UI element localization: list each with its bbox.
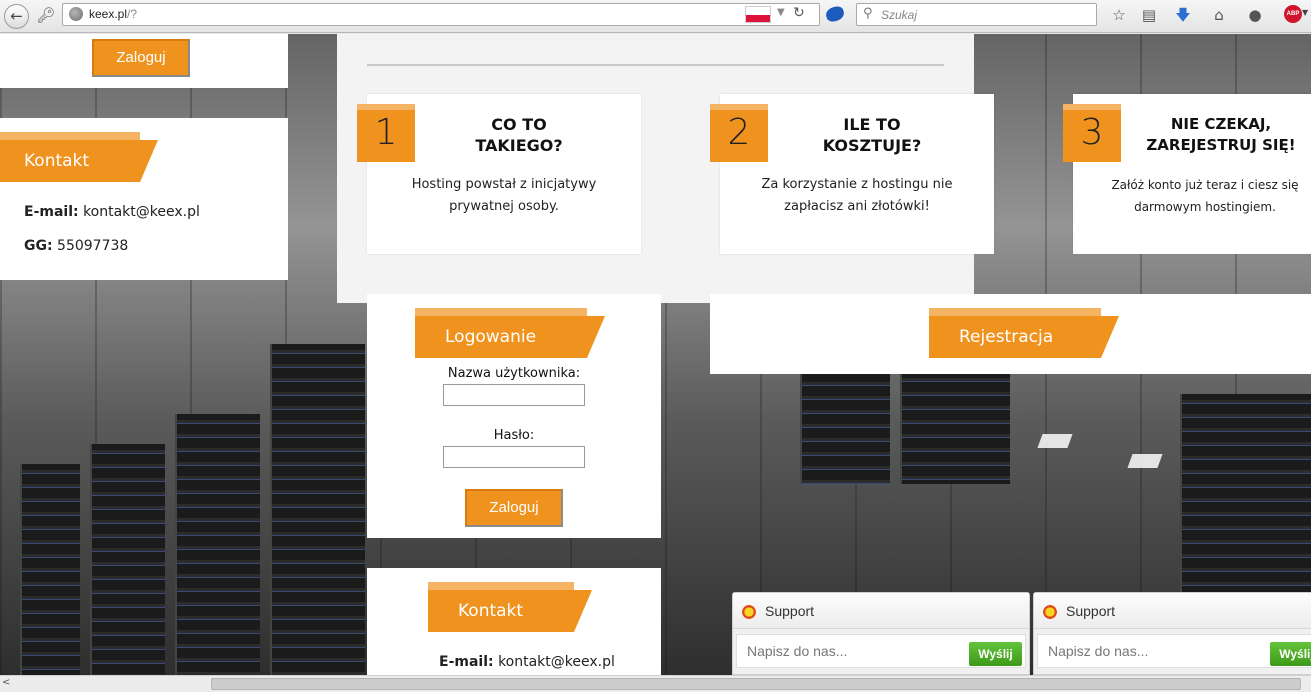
ceiling-light — [1127, 454, 1163, 468]
sidebar-gg-line: GG: 55097738 — [24, 238, 128, 254]
url-path: /? — [127, 7, 138, 21]
address-bar[interactable]: keex.pl/? ▼ ↻ — [62, 3, 820, 26]
reload-icon[interactable]: ↻ — [793, 5, 805, 21]
login-ribbon: Logowanie — [415, 308, 587, 358]
bookmark-star-icon[interactable]: ☆ — [1108, 4, 1130, 26]
chat-title: Support — [765, 603, 815, 619]
contact-ribbon: Kontakt — [428, 582, 574, 632]
server-rack — [270, 344, 365, 675]
support-chat-widget: Support Wyślij — [1033, 592, 1311, 675]
horizontal-scrollbar[interactable]: < — [0, 675, 1311, 692]
login-title: Logowanie — [445, 327, 537, 347]
contact-title: Kontakt — [24, 151, 90, 171]
adblock-icon[interactable]: ABP — [1284, 5, 1302, 23]
divider — [367, 64, 944, 66]
step-title: NIE CZEKAJ, ZAREJESTRUJ SIĘ! — [1131, 114, 1311, 156]
chat-bubble-icon[interactable]: ● — [1244, 4, 1266, 26]
url-host: keex.pl — [89, 7, 128, 21]
search-icon: ⚲ — [863, 6, 873, 21]
gg-label: GG: — [24, 238, 53, 254]
step-desc-line1: Za korzystanie z hostingu nie — [761, 177, 953, 192]
back-arrow-icon[interactable]: ← — [4, 4, 29, 29]
email-label: E-mail: — [439, 654, 494, 670]
home-icon[interactable]: ⌂ — [1208, 4, 1230, 26]
step-title-line2: TAKIEGO? — [475, 136, 563, 155]
username-input[interactable] — [443, 384, 585, 406]
contact-email-line: E-mail: kontakt@keex.pl — [439, 654, 615, 670]
scroll-left-arrow-icon[interactable]: < — [2, 677, 10, 688]
ribbon-tip — [140, 140, 158, 182]
search-bar[interactable]: ⚲ — [856, 3, 1097, 26]
step-number: 1 — [357, 104, 415, 162]
step-description: Za korzystanie z hostingu nie zapłacisz … — [720, 174, 994, 218]
register-ribbon[interactable]: Rejestracja — [929, 308, 1101, 358]
browser-toolbar: ← 🔑︎ keex.pl/? ▼ ↻ ⚲ ☆ ▤ 🡇 ⌂ ● ABP ▼ — [0, 0, 1311, 33]
bird-icon[interactable] — [824, 4, 846, 24]
sidebar-login-button[interactable]: Zaloguj — [92, 39, 190, 77]
adblock-dropdown-icon[interactable]: ▼ — [1302, 8, 1308, 17]
bookmarks-list-icon[interactable]: ▤ — [1138, 4, 1160, 26]
contact-ribbon: Kontakt — [0, 132, 140, 182]
server-rack — [90, 444, 165, 675]
key-icon[interactable]: 🔑︎ — [35, 6, 57, 26]
register-title[interactable]: Rejestracja — [959, 327, 1053, 347]
sun-icon — [741, 604, 757, 620]
dropdown-arrow-icon[interactable]: ▼ — [777, 7, 785, 18]
globe-icon — [69, 7, 83, 21]
username-label: Nazwa użytkownika: — [447, 366, 581, 381]
ribbon-tip — [574, 590, 592, 632]
step-title-line2: KOSZTUJE? — [822, 136, 922, 155]
support-chat-widget: Support Wyślij — [732, 592, 1030, 675]
password-input[interactable] — [443, 446, 585, 468]
email-label: E-mail: — [24, 204, 79, 220]
chat-header[interactable]: Support — [1034, 593, 1311, 629]
server-rack — [20, 464, 80, 675]
step-title-line2: ZAREJESTRUJ SIĘ! — [1146, 136, 1296, 154]
scrollbar-thumb[interactable] — [211, 678, 1301, 690]
step-desc-line1: Załóż konto już teraz i ciesz się — [1111, 178, 1299, 192]
gg-value: 55097738 — [57, 238, 129, 254]
login-form-panel: Logowanie Nazwa użytkownika: Hasło: Zalo… — [367, 294, 661, 538]
step-description: Załóż konto już teraz i ciesz się darmow… — [1099, 174, 1311, 218]
chat-title: Support — [1066, 603, 1116, 619]
login-submit-button[interactable]: Zaloguj — [465, 489, 563, 527]
poland-flag-icon[interactable] — [745, 6, 771, 23]
page-viewport: Zaloguj Kontakt E-mail: kontakt@keex.pl … — [0, 34, 1311, 675]
url-text: keex.pl/? — [89, 7, 137, 21]
download-icon[interactable]: 🡇 — [1172, 4, 1194, 26]
step-title-line1: CO TO — [491, 115, 547, 134]
step-title: CO TO TAKIEGO? — [437, 114, 601, 156]
step-desc-line2: darmowym hostingiem. — [1134, 200, 1276, 214]
register-panel: Rejestracja — [710, 294, 1311, 374]
email-value[interactable]: kontakt@keex.pl — [498, 654, 615, 670]
sidebar-email-line: E-mail: kontakt@keex.pl — [24, 204, 200, 220]
email-value[interactable]: kontakt@keex.pl — [83, 204, 200, 220]
ribbon-tip — [1101, 316, 1119, 358]
step-desc-line1: Hosting powstał z inicjatywy — [411, 177, 597, 192]
server-rack — [175, 414, 260, 675]
password-label: Hasło: — [493, 428, 535, 443]
step-card-3: 3 NIE CZEKAJ, ZAREJESTRUJ SIĘ! Załóż kon… — [1063, 94, 1311, 254]
step-number: 2 — [710, 104, 768, 162]
chat-header[interactable]: Support — [733, 593, 1029, 629]
contact-panel: Kontakt E-mail: kontakt@keex.pl — [367, 568, 661, 675]
step-number: 3 — [1063, 104, 1121, 162]
sidebar-contact-panel: Kontakt E-mail: kontakt@keex.pl GG: 5509… — [0, 118, 288, 280]
step-title-line1: ILE TO — [843, 115, 901, 134]
ribbon-tip — [587, 316, 605, 358]
search-input[interactable] — [881, 6, 1091, 23]
ceiling-light — [1037, 434, 1073, 448]
step-card-1: 1 CO TO TAKIEGO? Hosting powstał z inicj… — [357, 94, 641, 254]
sidebar-login-panel: Zaloguj — [0, 34, 288, 88]
contact-title: Kontakt — [458, 601, 524, 621]
step-desc-line2: zapłacisz ani złotówki! — [784, 199, 930, 214]
chat-send-button[interactable]: Wyślij — [1270, 642, 1311, 666]
step-title: ILE TO KOSZTUJE? — [790, 114, 954, 156]
sun-icon — [1042, 604, 1058, 620]
chat-send-button[interactable]: Wyślij — [969, 642, 1022, 666]
step-card-2: 2 ILE TO KOSZTUJE? Za korzystanie z host… — [710, 94, 994, 254]
step-desc-line2: prywatnej osoby. — [449, 199, 559, 214]
step-title-line1: NIE CZEKAJ, — [1170, 115, 1272, 133]
step-description: Hosting powstał z inicjatywy prywatnej o… — [367, 174, 641, 218]
